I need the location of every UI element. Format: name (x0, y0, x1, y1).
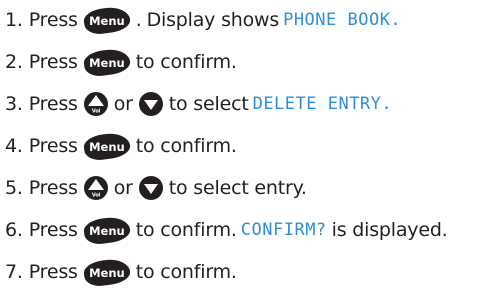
display-text: CONFIRM? (240, 220, 327, 240)
step-7: 7. Press Menu to confirm. (5, 256, 237, 288)
step-number: 1. (5, 9, 23, 31)
menu-button-icon: Menu (82, 214, 132, 246)
step-text: or (113, 93, 133, 115)
step-text: Press (28, 93, 78, 115)
step-text: Press (28, 9, 78, 31)
step-text: Press (28, 51, 78, 73)
step-number: 7. (5, 261, 23, 283)
step-text: . (135, 9, 142, 31)
down-arrow-button-icon (138, 92, 163, 116)
step-text: or (113, 177, 133, 199)
step-text: Press (28, 135, 78, 157)
display-text: DELETE ENTRY. (252, 94, 393, 114)
step-text: Display shows (146, 9, 280, 31)
step-3: 3. Press Vol or to select DELETE ENTRY. (5, 89, 392, 119)
step-1: 1. Press Menu . Display shows PHONE BOOK… (5, 4, 402, 36)
menu-button-icon: Menu (82, 256, 132, 288)
step-text: to select (168, 93, 249, 115)
step-text: to confirm. (135, 51, 237, 73)
volume-up-button-icon: Vol (83, 176, 108, 200)
step-text: Press (28, 219, 78, 241)
step-number: 4. (5, 135, 23, 157)
step-text: to select entry. (168, 177, 307, 199)
step-text: Press (28, 261, 78, 283)
step-6: 6. Press Menu to confirm. CONFIRM? is di… (5, 214, 448, 246)
volume-up-button-icon: Vol (83, 92, 108, 116)
step-text: to confirm. (135, 135, 237, 157)
display-text: PHONE BOOK. (283, 10, 402, 30)
menu-button-icon: Menu (82, 4, 132, 36)
menu-button-icon: Menu (82, 130, 132, 162)
menu-button-label: Menu (88, 55, 125, 69)
menu-button-icon: Menu (82, 46, 132, 78)
step-number: 2. (5, 51, 23, 73)
step-text: to confirm. (135, 219, 237, 241)
step-2: 2. Press Menu to confirm. (5, 46, 237, 78)
menu-button-label: Menu (88, 223, 125, 237)
step-4: 4. Press Menu to confirm. (5, 130, 237, 162)
step-text: is displayed. (331, 219, 448, 241)
vol-label: Vol (92, 193, 101, 199)
down-arrow-button-icon (138, 176, 163, 200)
step-number: 3. (5, 93, 23, 115)
menu-button-label: Menu (88, 139, 125, 153)
menu-button-label: Menu (88, 265, 125, 279)
step-text: Press (28, 177, 78, 199)
step-number: 6. (5, 219, 23, 241)
instruction-steps: 1. Press Menu . Display shows PHONE BOOK… (0, 0, 501, 295)
step-number: 5. (5, 177, 23, 199)
menu-button-label: Menu (88, 13, 125, 27)
step-5: 5. Press Vol or to select entry. (5, 173, 307, 203)
step-text: to confirm. (135, 261, 237, 283)
vol-label: Vol (92, 109, 101, 115)
